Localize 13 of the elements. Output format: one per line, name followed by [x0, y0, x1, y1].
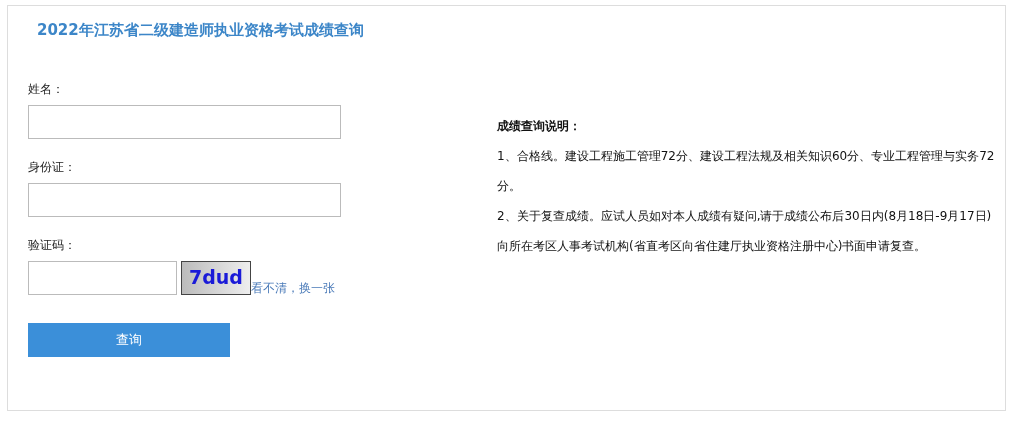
notes-paragraph: 1、合格线。建设工程施工管理72分、建设工程法规及相关知识60分、专业工程管理与实务72分。 — [497, 148, 996, 195]
notes-heading: 成绩查询说明： — [497, 118, 582, 135]
captcha-field[interactable] — [28, 261, 177, 295]
refresh-link[interactable]: 看不清，换一张 — [251, 281, 335, 295]
field-label: 姓名： — [28, 81, 65, 97]
field-label: 验证码： — [28, 237, 77, 253]
submit-button[interactable]: 查询 — [28, 323, 230, 357]
field-label: 身份证： — [28, 159, 77, 175]
notes-paragraph: 2、关于复查成绩。应试人员如对本人成绩有疑问,请于成绩公布后30日内(8月18日-9月17日)向所在考区人事考试机构(省直考区向省住建厅执业资格注册中心)书面申请复查。 — [497, 208, 993, 255]
input-field[interactable] — [28, 183, 341, 217]
captcha-image: 7dud — [181, 261, 251, 295]
input-field[interactable] — [28, 105, 341, 139]
page-title: 2022年江苏省二级建造师执业资格考试成绩查询 — [37, 20, 365, 41]
